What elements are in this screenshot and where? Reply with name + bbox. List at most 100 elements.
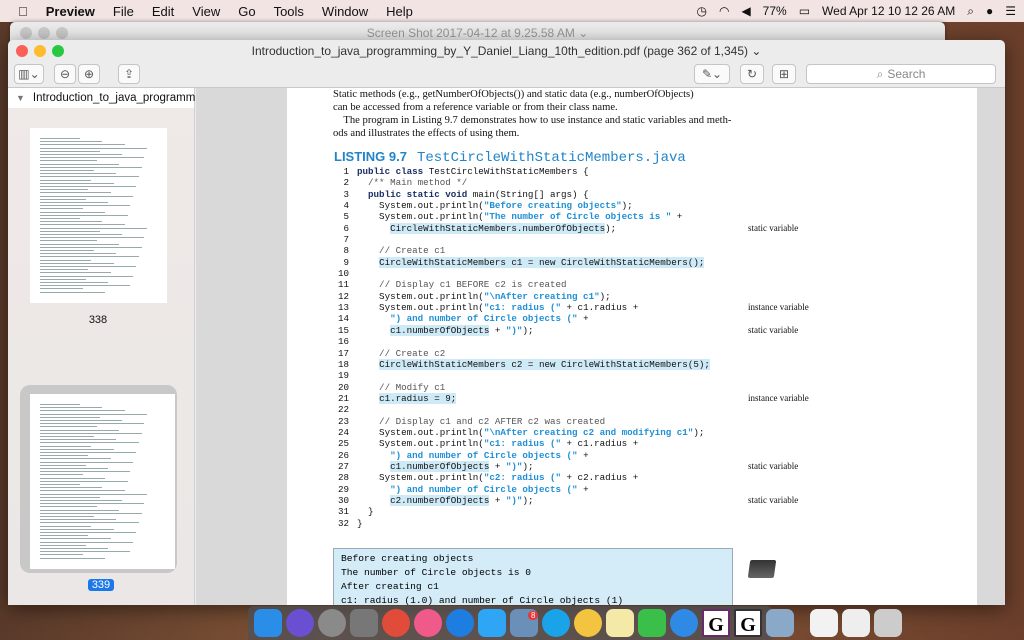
- code-token: + c2.radius +: [561, 472, 639, 484]
- safari-icon[interactable]: [670, 609, 698, 637]
- messages-icon[interactable]: [478, 609, 506, 637]
- thumbnail-text-line: [40, 532, 136, 533]
- wifi-icon[interactable]: ◠: [719, 4, 729, 18]
- thumbnail-text-line: [40, 548, 108, 549]
- launchpad-icon[interactable]: [318, 609, 346, 637]
- apple-icon[interactable]: : [18, 4, 28, 19]
- menu-tools[interactable]: Tools: [274, 4, 304, 19]
- time-machine-icon[interactable]: ◷: [696, 4, 706, 18]
- code-token: c2.numberOfObjects: [390, 494, 490, 507]
- thumbnail-text-line: [40, 179, 92, 181]
- code-token: System.out.println(: [357, 472, 484, 484]
- thumbnail-text-line: [40, 452, 136, 453]
- menu-window[interactable]: Window: [322, 4, 368, 19]
- siri-icon[interactable]: ●: [986, 4, 993, 18]
- code-token: c1.radius = 9;: [379, 392, 457, 405]
- document-view[interactable]: Static methods (e.g., getNumberOfObjects…: [196, 88, 1005, 605]
- siri-icon[interactable]: [286, 609, 314, 637]
- thumbnail-text-line: [40, 221, 103, 223]
- battery-icon[interactable]: ▭: [799, 4, 810, 18]
- menu-view[interactable]: View: [192, 4, 220, 19]
- battery-percent[interactable]: 77%: [763, 4, 787, 18]
- skype-icon[interactable]: [542, 609, 570, 637]
- code-token: /** Main method */: [357, 177, 468, 189]
- thumbnail-text-line: [40, 426, 97, 428]
- thumbnail-text-line: [40, 420, 122, 421]
- menu-file[interactable]: File: [113, 4, 134, 19]
- page-thumbnail-338[interactable]: [30, 128, 167, 303]
- document-icon[interactable]: [810, 609, 838, 637]
- thumbnail-text-line: [40, 170, 94, 171]
- preview-icon[interactable]: [766, 609, 794, 637]
- thumbnail-text-line: [40, 176, 139, 178]
- thumbnail-text-line: [40, 141, 103, 143]
- thumbnail-text-line: [40, 266, 136, 267]
- thumbnail-text-line: [40, 445, 92, 447]
- notification-center-icon[interactable]: ☰: [1005, 4, 1016, 18]
- menu-help[interactable]: Help: [386, 4, 413, 19]
- code-token: main(String[] args) {: [472, 188, 589, 200]
- spotlight-icon[interactable]: ⌕: [967, 4, 974, 19]
- share-button[interactable]: ⇪: [118, 64, 140, 84]
- thumbnail-text-line: [40, 182, 114, 184]
- code-line: 16: [335, 336, 710, 347]
- zoom-out-button[interactable]: ⊖: [54, 64, 76, 84]
- menu-go[interactable]: Go: [238, 4, 255, 19]
- code-token: );: [522, 494, 534, 506]
- zoom-button[interactable]: [52, 45, 64, 57]
- thumbnail-text-line: [40, 259, 92, 261]
- window-title[interactable]: Introduction_to_java_programming_by_Y_Da…: [252, 44, 762, 58]
- disclosure-triangle-icon[interactable]: ▼: [16, 93, 25, 103]
- thumbnail-text-line: [40, 278, 86, 280]
- mail-icon[interactable]: 8: [510, 609, 539, 637]
- code-token: public static void: [357, 188, 473, 200]
- toolbox-button[interactable]: ⊞: [772, 64, 796, 84]
- facetime-icon[interactable]: [638, 609, 666, 637]
- close-button[interactable]: [16, 45, 28, 57]
- itunes-icon[interactable]: [414, 609, 442, 637]
- trash-icon[interactable]: [874, 609, 902, 637]
- margin-note: static variable: [748, 461, 799, 472]
- thumbnail-text-line: [40, 150, 100, 152]
- code-token: +: [671, 211, 683, 223]
- code-token: ")": [505, 494, 523, 506]
- code-token: // Display c1 BEFORE c2 is created: [357, 279, 567, 291]
- minimize-button[interactable]: [34, 45, 46, 57]
- notes-icon[interactable]: [606, 609, 634, 637]
- code-line: 9 CircleWithStaticMembers c1 = new Circl…: [335, 256, 710, 269]
- margin-note: instance variable: [748, 393, 809, 403]
- search-field[interactable]: ⌕ Search: [806, 64, 996, 84]
- code-token: ")": [505, 460, 523, 472]
- sidebar-toggle-button[interactable]: ▥⌄: [14, 64, 44, 84]
- document-outline-header[interactable]: ▼ Introduction_to_java_programmin...: [8, 88, 214, 108]
- rotate-button[interactable]: ↻: [740, 64, 764, 84]
- listing-filename: TestCircleWithStaticMembers.java: [416, 150, 686, 166]
- menu-edit[interactable]: Edit: [152, 4, 174, 19]
- chrome-icon[interactable]: [382, 609, 410, 637]
- thumbnail-text-line: [40, 192, 111, 194]
- thumbnail-text-line: [40, 154, 122, 155]
- file-icon[interactable]: [842, 609, 870, 637]
- thumbnail-text-line: [40, 423, 145, 425]
- page-number-339: 339: [88, 579, 114, 591]
- line-number: 24: [337, 426, 349, 438]
- thumbnail-text-line: [40, 474, 83, 476]
- photos-icon[interactable]: [574, 609, 602, 637]
- code-token: );: [605, 222, 617, 234]
- thumbnail-text-line: [40, 496, 100, 498]
- finder-icon[interactable]: [254, 609, 282, 637]
- paragraph-line: can be accessed from a reference variabl…: [333, 102, 618, 113]
- markup-button[interactable]: ✎⌄: [694, 64, 730, 84]
- clock[interactable]: Wed Apr 12 10 12 26 AM: [822, 4, 955, 18]
- g-app-icon[interactable]: G: [702, 609, 730, 637]
- app-store-icon[interactable]: [446, 609, 474, 637]
- menu-app[interactable]: Preview: [46, 4, 95, 19]
- g-app-2-icon[interactable]: G: [734, 609, 762, 637]
- page-thumbnail-339[interactable]: [30, 394, 175, 569]
- paragraph-line: ods and illustrates the effects of using…: [333, 128, 520, 139]
- code-token: c1.numberOfObjects: [390, 324, 490, 337]
- zoom-in-button[interactable]: ⊕: [78, 64, 100, 84]
- system-preferences-icon[interactable]: [350, 609, 378, 637]
- volume-icon[interactable]: ◀: [741, 4, 750, 18]
- laptop-icon: [747, 560, 777, 578]
